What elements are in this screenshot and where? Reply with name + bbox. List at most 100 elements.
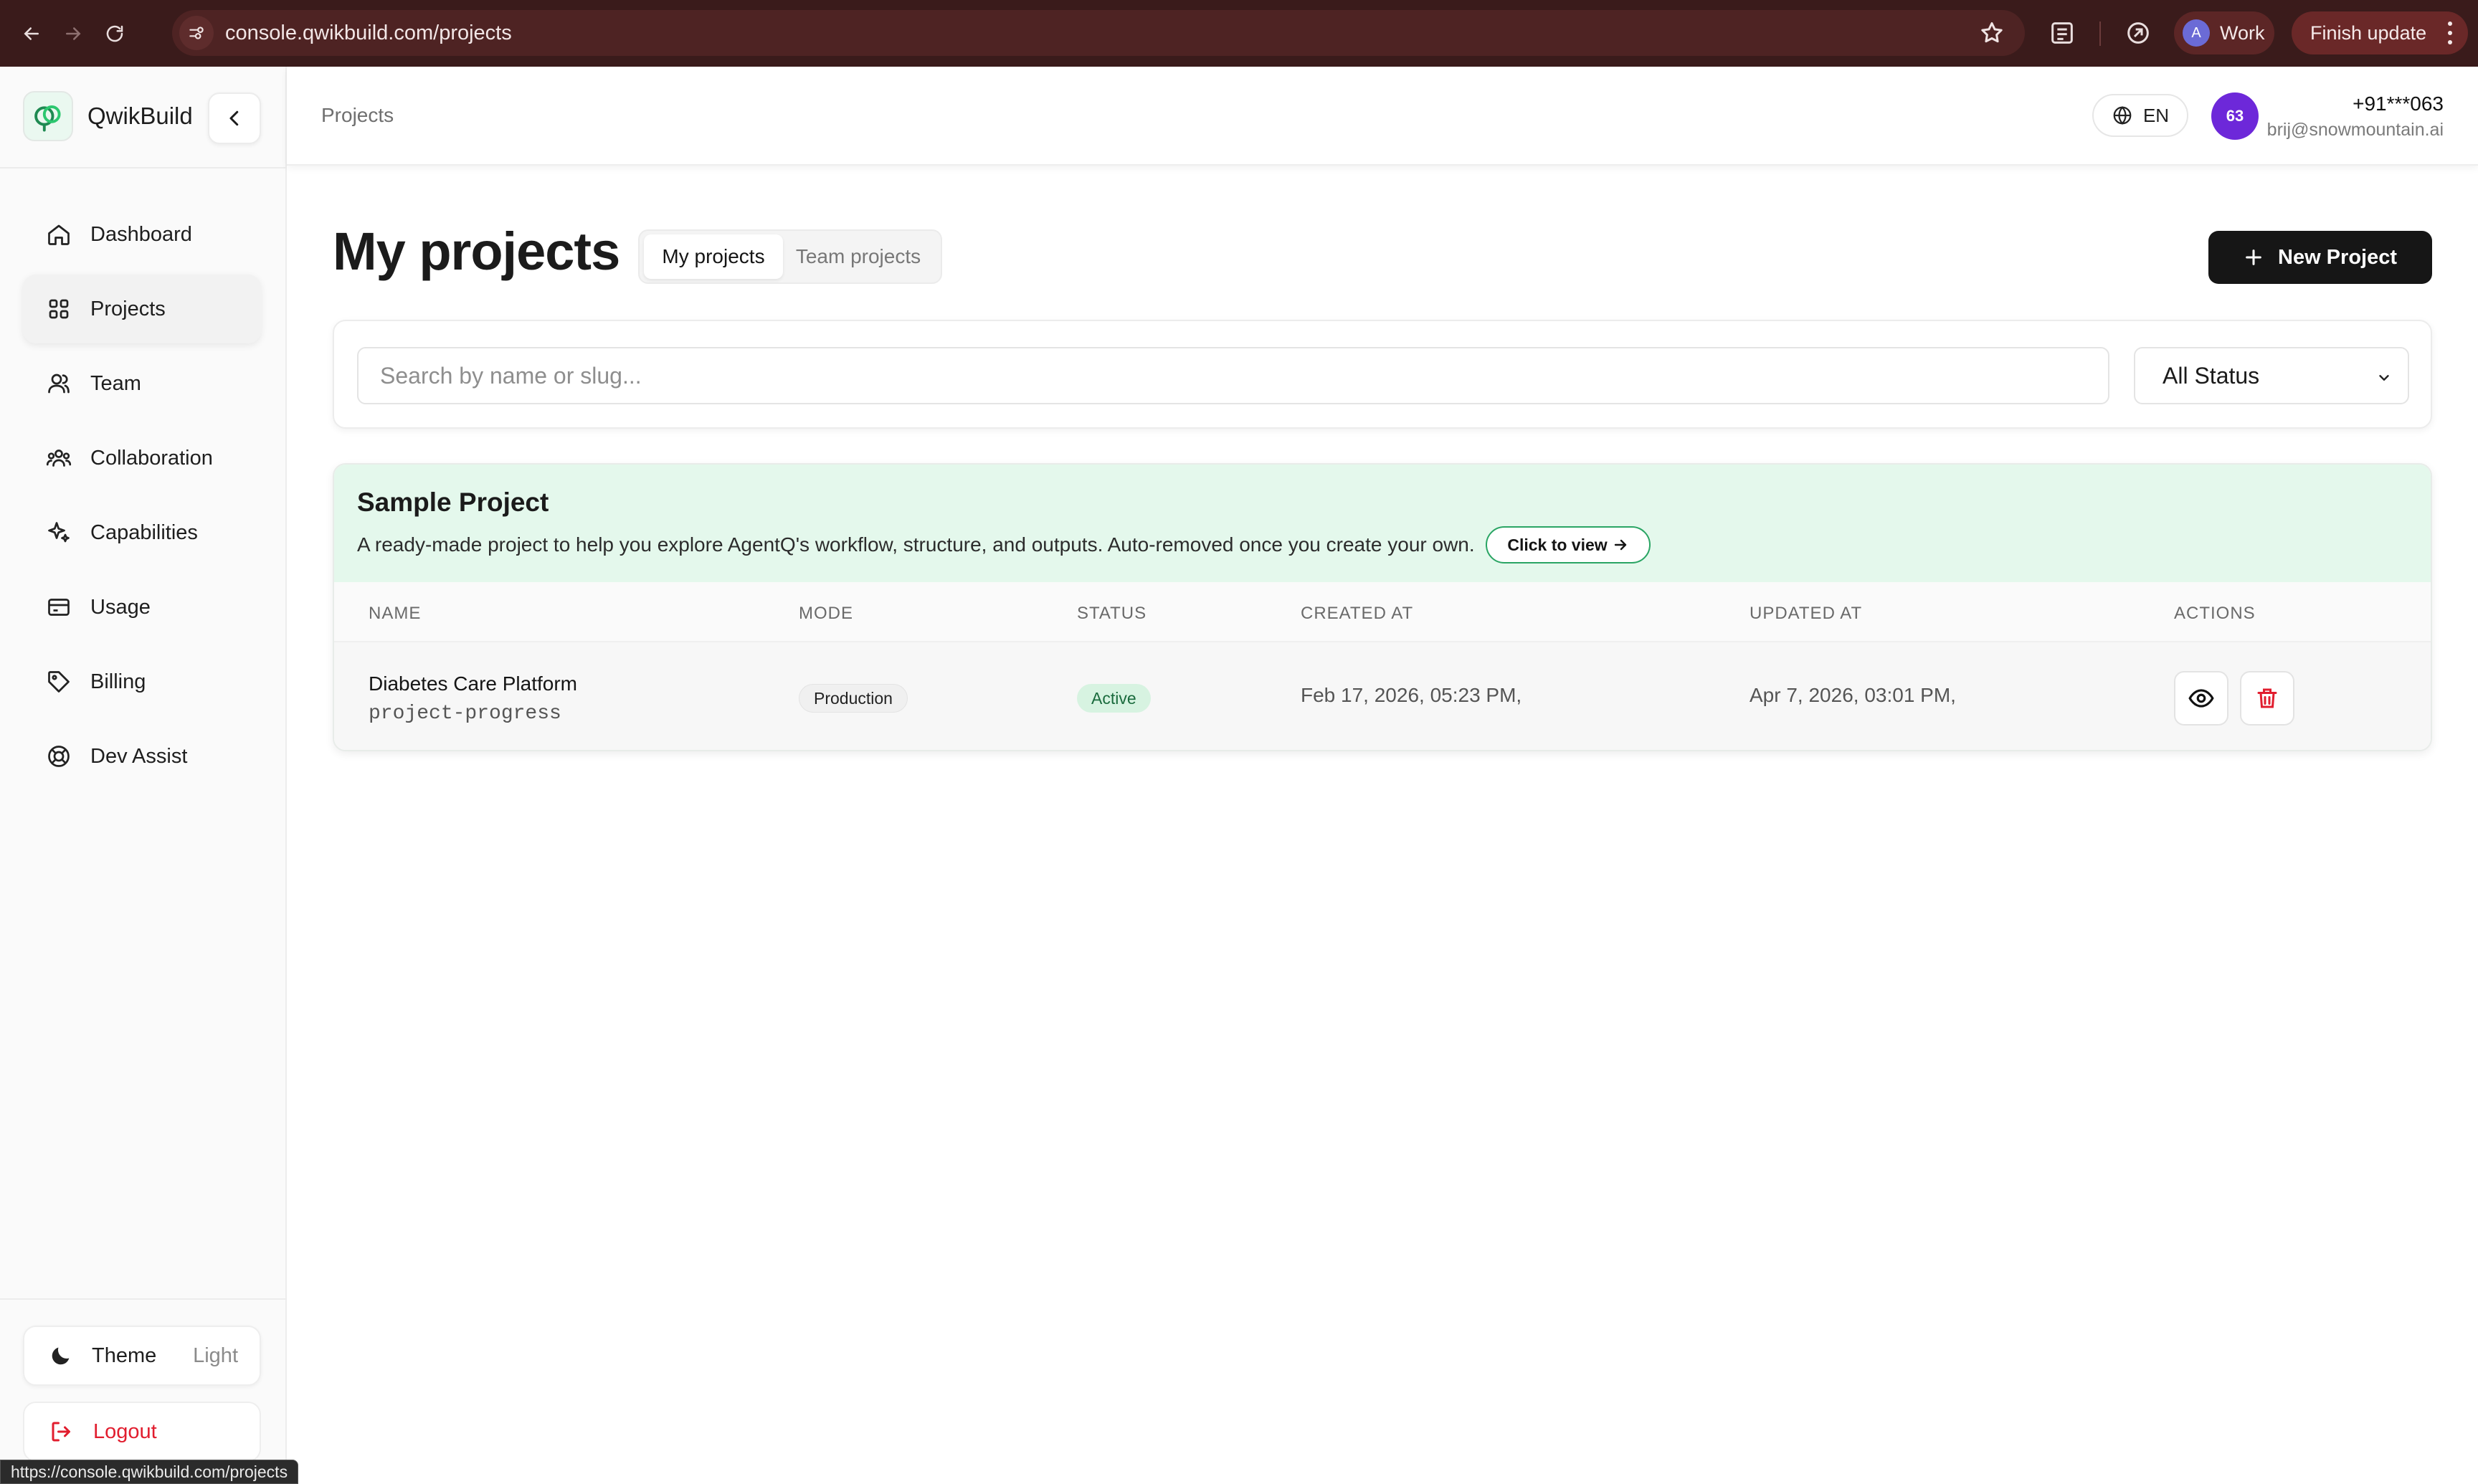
tag-icon	[48, 671, 70, 693]
column-header-updated: UPDATED AT	[1750, 604, 1863, 623]
column-header-mode: MODE	[799, 604, 853, 623]
logout-button[interactable]: Logout	[23, 1402, 261, 1462]
address-url[interactable]: console.qwikbuild.com/projects	[225, 22, 512, 45]
chevron-left-icon	[229, 110, 239, 126]
sample-project-description: A ready-made project to help you explore…	[357, 533, 1475, 556]
reload-icon	[106, 25, 123, 42]
sidebar-item-collaboration[interactable]: Collaboration	[23, 424, 261, 493]
sidebar-item-dev-assist[interactable]: Dev Assist	[23, 722, 261, 791]
sidebar-item-label: Projects	[90, 297, 166, 320]
project-slug: project-progress	[369, 703, 561, 725]
mode-badge: Production	[799, 684, 908, 713]
finish-update-button[interactable]: Finish update	[2292, 11, 2468, 54]
status-filter-select[interactable]: All Status	[2134, 347, 2409, 404]
logout-label: Logout	[93, 1419, 157, 1443]
sidebar-item-projects[interactable]: Projects	[23, 275, 261, 343]
qwikbuild-logo-icon	[23, 91, 73, 141]
bookmark-star-icon[interactable]	[1979, 20, 2005, 46]
globe-icon	[2113, 106, 2132, 125]
arrow-left-icon	[24, 27, 39, 40]
address-bar[interactable]: console.qwikbuild.com/projects	[172, 10, 2025, 56]
sidebar-item-label: Team	[90, 371, 141, 395]
top-header: Projects EN 63 +91***063 brij@snowmounta…	[287, 67, 2478, 166]
moon-icon	[52, 1347, 70, 1365]
breadcrumb[interactable]: Projects	[321, 104, 394, 127]
brand[interactable]: QwikBuild	[23, 91, 193, 141]
arrow-right-icon	[1614, 539, 1626, 551]
sidebar-item-label: Dashboard	[90, 222, 192, 246]
users-icon	[48, 374, 70, 394]
table-row[interactable]: Diabetes Care Platform project-progress …	[334, 642, 2431, 750]
status-badge: Active	[1077, 684, 1151, 713]
profile-label: Work	[2220, 22, 2265, 44]
arrow-right-icon	[66, 27, 81, 40]
profile-button[interactable]: A Work	[2174, 11, 2274, 54]
more-menu-icon[interactable]	[2448, 22, 2454, 44]
search-input[interactable]	[357, 347, 2109, 404]
click-to-view-label: Click to view	[1507, 535, 1608, 554]
updated-at: Apr 7, 2026, 03:01 PM,	[1750, 684, 1956, 706]
brand-name: QwikBuild	[87, 103, 193, 129]
finish-update-label: Finish update	[2310, 22, 2427, 44]
theme-label: Theme	[92, 1343, 157, 1367]
site-settings-icon[interactable]	[179, 16, 214, 50]
sidebar-item-label: Usage	[90, 595, 151, 619]
profile-avatar: A	[2183, 19, 2210, 47]
back-button[interactable]	[11, 14, 52, 54]
sidebar-item-dashboard[interactable]: Dashboard	[23, 200, 261, 269]
tab-team-projects[interactable]: Team projects	[783, 234, 934, 279]
sample-project-title: Sample Project	[357, 487, 549, 517]
collapse-sidebar-button[interactable]	[208, 92, 261, 144]
toolbar-divider	[2099, 22, 2101, 46]
new-project-label: New Project	[2278, 245, 2397, 269]
view-project-button[interactable]	[2174, 671, 2228, 726]
chevron-down-icon	[2379, 375, 2389, 381]
project-scope-tabs: My projects Team projects	[638, 229, 942, 284]
reading-list-icon[interactable]	[2048, 19, 2076, 47]
table-header: NAME MODE STATUS CREATED AT UPDATED AT A…	[334, 582, 2431, 642]
sidebar-item-label: Billing	[90, 670, 146, 693]
group-icon	[46, 450, 72, 467]
grid-icon	[49, 299, 69, 319]
sidebar-item-team[interactable]: Team	[23, 349, 261, 418]
trash-icon	[2257, 688, 2277, 708]
filter-bar: All Status	[333, 320, 2432, 429]
click-to-view-button[interactable]: Click to view	[1486, 526, 1651, 563]
created-at: Feb 17, 2026, 05:23 PM,	[1301, 684, 1522, 706]
new-project-button[interactable]: New Project	[2208, 231, 2432, 284]
user-avatar[interactable]: 63	[2211, 92, 2259, 140]
theme-toggle[interactable]: Theme Light	[23, 1326, 261, 1386]
column-header-name: NAME	[369, 604, 422, 623]
project-name[interactable]: Diabetes Care Platform	[369, 672, 577, 695]
sidebar-item-label: Capabilities	[90, 520, 198, 544]
theme-value: Light	[193, 1343, 238, 1367]
language-label: EN	[2142, 104, 2170, 126]
sidebar-divider	[0, 167, 287, 168]
sample-project-banner: Sample Project A ready-made project to h…	[334, 465, 2431, 582]
plus-icon	[2246, 249, 2261, 265]
tab-my-projects[interactable]: My projects	[644, 234, 783, 279]
column-header-created: CREATED AT	[1301, 604, 1414, 623]
forward-button[interactable]	[53, 14, 93, 54]
sidebar-item-label: Dev Assist	[90, 744, 188, 768]
card-icon	[48, 599, 70, 616]
delete-project-button[interactable]	[2240, 671, 2294, 726]
sidebar-item-label: Collaboration	[90, 446, 213, 470]
lifebuoy-icon	[48, 746, 70, 767]
sample-project-card: Sample Project A ready-made project to h…	[333, 463, 2432, 751]
sidebar-item-billing[interactable]: Billing	[23, 647, 261, 716]
column-header-actions: ACTIONS	[2174, 604, 2256, 623]
sidebar-footer-divider	[0, 1298, 287, 1300]
language-selector[interactable]: EN	[2092, 94, 2188, 137]
page-title: My projects	[333, 222, 620, 281]
sidebar-item-capabilities[interactable]: Capabilities	[23, 498, 261, 567]
user-phone: +91***063	[2353, 92, 2444, 115]
link-preview-statusbar: https://console.qwikbuild.com/projects	[0, 1460, 299, 1484]
extension-icon[interactable]	[2124, 19, 2152, 47]
sparkle-icon	[48, 522, 70, 543]
sidebar: QwikBuild Dashboard Projects Team Collab…	[0, 67, 287, 1484]
sidebar-nav: Dashboard Projects Team Collaboration Ca…	[23, 200, 261, 796]
reload-button[interactable]	[95, 14, 135, 54]
sidebar-item-usage[interactable]: Usage	[23, 573, 261, 642]
eye-icon	[2188, 689, 2214, 708]
